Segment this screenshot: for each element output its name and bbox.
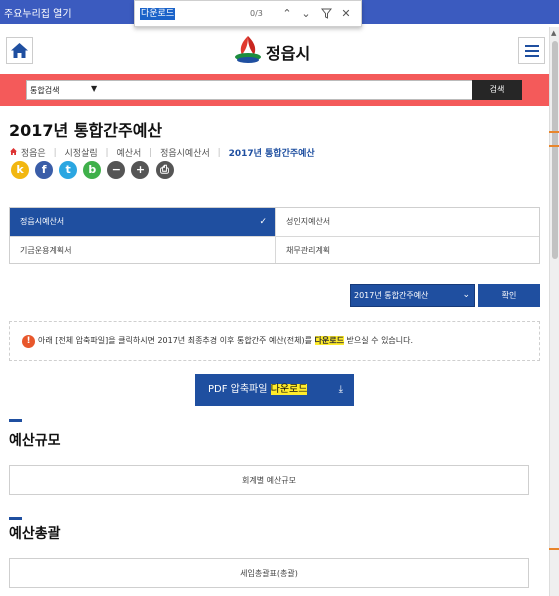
share-tools: k f t b − + ⎙ [11, 161, 175, 180]
find-highlight: 다운로드 [270, 384, 308, 395]
kakaostory-icon[interactable]: k [11, 161, 29, 179]
chevron-down-icon: ▼ [91, 84, 98, 93]
zoom-out-icon[interactable]: − [107, 161, 126, 179]
download-icon: ⤓ [338, 384, 343, 395]
find-input[interactable]: 다운로드 [140, 8, 176, 20]
scrollbar-thumb[interactable] [552, 41, 558, 259]
find-highlight: 다운로드 [314, 336, 344, 345]
close-icon[interactable]: ✕ [338, 6, 354, 22]
main-menu-button[interactable] [518, 37, 545, 64]
section-heading-budget-summary: 예산총괄 [9, 526, 61, 542]
find-in-page-bar: 다운로드 0/3 ⌃ ⌄ ✕ [134, 0, 362, 27]
section-accent [9, 517, 22, 520]
city-logo[interactable]: 정읍시 [232, 33, 332, 67]
home-small-icon [9, 147, 18, 159]
breadcrumb-item[interactable]: 정읍시예산서 [160, 146, 210, 159]
logo-text: 정읍시 [266, 44, 311, 63]
breadcrumb-current: 2017년 통합간주예산 [228, 149, 315, 159]
find-match-marker [549, 548, 559, 550]
alert-icon: ! [22, 335, 35, 348]
search-field[interactable]: 통합검색 ▼ [26, 80, 521, 100]
search-button[interactable]: 검색 [472, 80, 522, 100]
breadcrumb: 정읍은 | 시정살림 | 예산서 | 정읍시예산서 | 2017년 통합간주예산 [9, 146, 315, 160]
tab-debt-plan[interactable]: 채무관리계획 [276, 237, 539, 265]
window-title: 주요누리집 열기 [4, 9, 72, 20]
scrollbar[interactable]: ▲ ▼ [549, 27, 559, 596]
home-icon [11, 43, 28, 58]
breadcrumb-item[interactable]: 시정살림 [65, 146, 98, 159]
home-button[interactable] [6, 37, 33, 64]
confirm-button[interactable]: 확인 [478, 284, 540, 307]
pdf-download-button[interactable]: PDF 압축파일 다운로드 ⤓ [195, 374, 354, 406]
facebook-icon[interactable]: f [35, 161, 54, 179]
tab-gender-budget[interactable]: 성인지예산서 [276, 208, 539, 236]
logo-emblem-icon [235, 36, 261, 63]
download-notice: ! 아래 [전체 압축파일]을 클릭하시면 2017년 최종추경 이후 통합간주… [9, 321, 540, 361]
tab-fund-plan[interactable]: 기금운용계획서 [10, 237, 275, 265]
hamburger-menu-icon [525, 45, 539, 47]
budget-scale-link[interactable]: 회계별 예산규모 [9, 465, 529, 495]
find-match-marker [549, 131, 559, 133]
zoom-in-icon[interactable]: + [131, 161, 150, 179]
chevron-down-icon: ⌄ [462, 290, 470, 300]
chevron-down-icon[interactable]: ⌄ [298, 6, 314, 22]
breadcrumb-item[interactable]: 정읍은 [21, 146, 46, 159]
page-root: 주요누리집 열기 다운로드 0/3 ⌃ ⌄ ✕ 정읍시 통합검색 ▼ 검색 20… [0, 0, 559, 596]
section-accent [9, 419, 22, 422]
tab-jeongeup-budget[interactable]: 정읍시예산서 ✓ [10, 208, 275, 236]
search-category-select[interactable]: 통합검색 [30, 85, 59, 96]
budget-tabs: 정읍시예산서 ✓ 성인지예산서 기금운용계획서 채무관리계획 [9, 207, 540, 264]
scroll-up-icon[interactable]: ▲ [551, 29, 556, 37]
year-select[interactable]: 2017년 통합간주예산 ⌄ [350, 284, 475, 307]
print-icon[interactable]: ⎙ [155, 161, 174, 179]
twitter-icon[interactable]: t [59, 161, 78, 179]
find-match-marker [549, 145, 559, 147]
filter-icon[interactable] [318, 6, 334, 22]
page-title: 2017년 통합간주예산 [9, 121, 163, 140]
notice-text: 아래 [전체 압축파일]을 클릭하시면 2017년 최종추경 이후 통합간주 예… [38, 336, 414, 345]
band-icon[interactable]: b [83, 161, 102, 179]
find-match-count: 0/3 [250, 9, 263, 18]
section-heading-budget-scale: 예산규모 [9, 433, 61, 449]
revenue-summary-link[interactable]: 세입총괄표(총괄) [9, 558, 529, 588]
chevron-up-icon[interactable]: ⌃ [279, 6, 295, 22]
breadcrumb-item[interactable]: 예산서 [116, 146, 141, 159]
check-icon: ✓ [259, 217, 267, 227]
